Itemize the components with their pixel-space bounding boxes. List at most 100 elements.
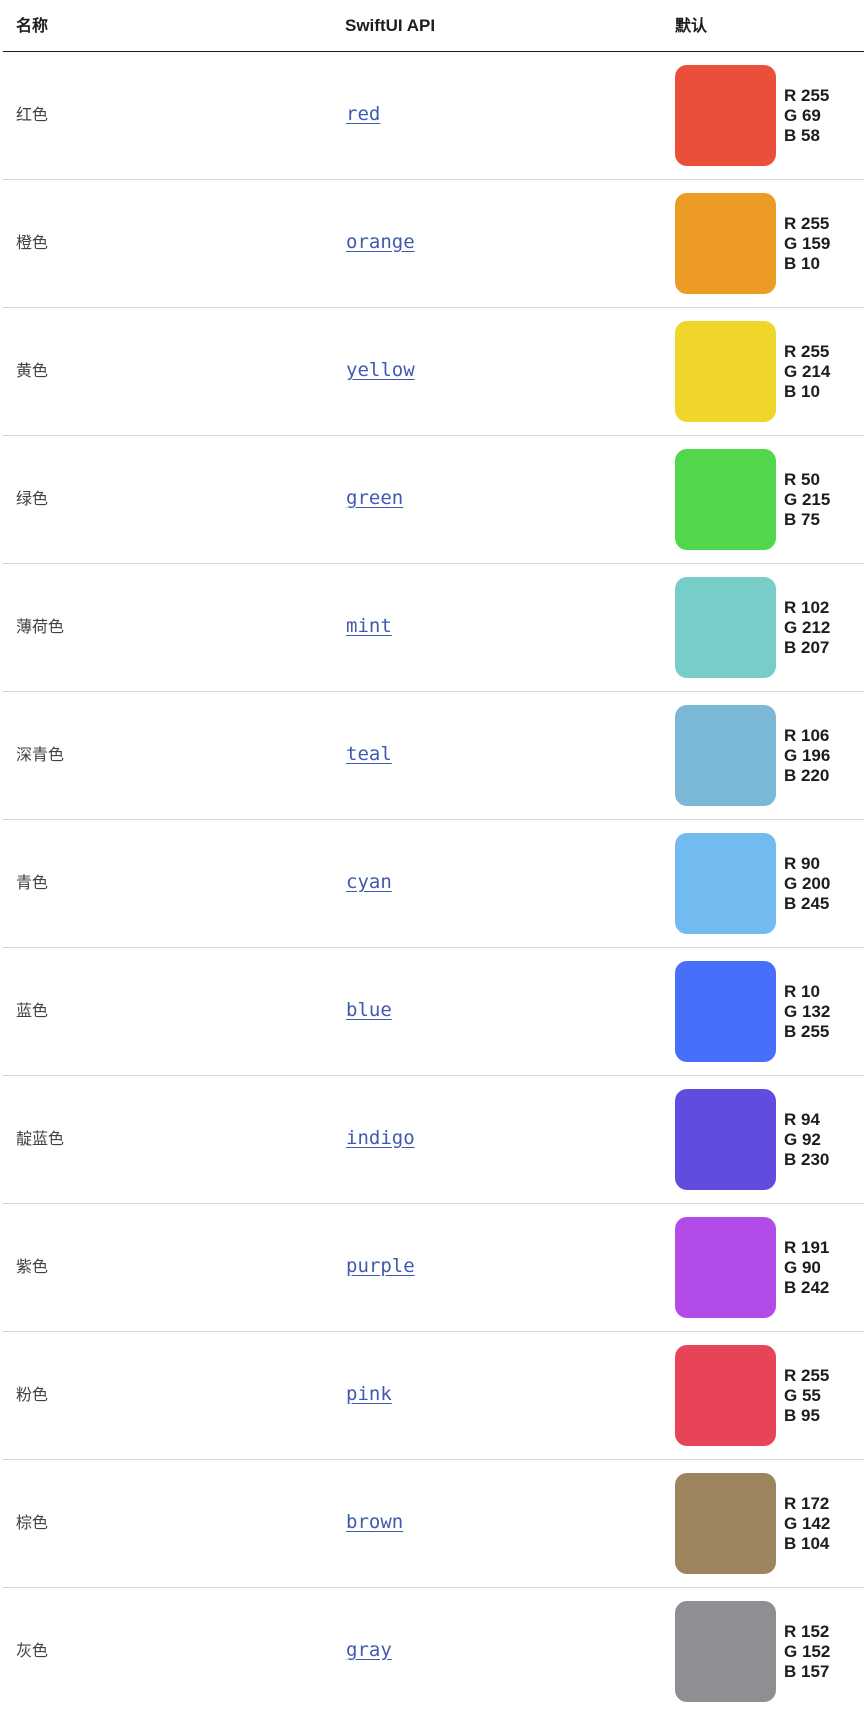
red-value: R 50 xyxy=(784,470,820,489)
color-swatch xyxy=(675,833,776,934)
api-link[interactable]: brown xyxy=(346,1510,403,1534)
color-name: 青色 xyxy=(16,873,49,892)
api-link[interactable]: mint xyxy=(346,614,392,638)
table-row: 绿色 green R 50 G 215 B 75 xyxy=(3,436,864,564)
rgb-values: R 50 G 215 B 75 xyxy=(784,470,830,530)
color-name: 黄色 xyxy=(16,361,49,380)
color-swatch xyxy=(675,1601,776,1702)
api-link[interactable]: gray xyxy=(346,1638,392,1662)
blue-value: B 230 xyxy=(784,1150,830,1169)
blue-value: B 255 xyxy=(784,1022,830,1041)
rgb-values: R 90 G 200 B 245 xyxy=(784,854,830,914)
table-row: 橙色 orange R 255 G 159 B 10 xyxy=(3,180,864,308)
color-swatch xyxy=(675,1089,776,1190)
table-row: 红色 red R 255 G 69 B 58 xyxy=(3,52,864,180)
rgb-values: R 255 G 69 B 58 xyxy=(784,86,829,146)
red-value: R 94 xyxy=(784,1110,820,1129)
api-link[interactable]: green xyxy=(346,486,403,510)
green-value: G 90 xyxy=(784,1258,821,1277)
table-row: 深青色 teal R 106 G 196 B 220 xyxy=(3,692,864,820)
rgb-values: R 94 G 92 B 230 xyxy=(784,1110,829,1170)
color-table: 名称 SwiftUI API 默认 红色 red R 255 G 69 B 58 橙色 or… xyxy=(3,0,864,1716)
green-value: G 142 xyxy=(784,1514,831,1533)
color-name: 深青色 xyxy=(16,745,65,764)
blue-value: B 75 xyxy=(784,510,820,529)
color-swatch xyxy=(675,1473,776,1574)
blue-value: B 157 xyxy=(784,1662,830,1681)
color-swatch xyxy=(675,321,776,422)
color-name: 红色 xyxy=(16,105,49,124)
green-value: G 132 xyxy=(784,1002,831,1021)
color-name: 薄荷色 xyxy=(16,617,65,636)
red-value: R 106 xyxy=(784,726,830,745)
column-header-default: 默认 xyxy=(675,16,708,35)
red-value: R 255 xyxy=(784,86,830,105)
red-value: R 102 xyxy=(784,598,830,617)
green-value: G 200 xyxy=(784,874,831,893)
red-value: R 90 xyxy=(784,854,820,873)
red-value: R 255 xyxy=(784,342,830,361)
rgb-values: R 152 G 152 B 157 xyxy=(784,1622,830,1682)
green-value: G 214 xyxy=(784,362,831,381)
rgb-values: R 10 G 132 B 255 xyxy=(784,982,830,1042)
api-link[interactable]: cyan xyxy=(346,870,392,894)
api-link[interactable]: yellow xyxy=(346,358,415,382)
blue-value: B 10 xyxy=(784,254,820,273)
red-value: R 191 xyxy=(784,1238,830,1257)
color-swatch xyxy=(675,1217,776,1318)
table-row: 粉色 pink R 255 G 55 B 95 xyxy=(3,1332,864,1460)
api-link[interactable]: blue xyxy=(346,998,392,1022)
color-name: 蓝色 xyxy=(16,1001,49,1020)
green-value: G 215 xyxy=(784,490,831,509)
api-link[interactable]: red xyxy=(346,102,380,126)
blue-value: B 245 xyxy=(784,894,830,913)
green-value: G 55 xyxy=(784,1386,821,1405)
color-name: 绿色 xyxy=(16,489,49,508)
column-header-api: SwiftUI API xyxy=(345,16,436,35)
blue-value: B 207 xyxy=(784,638,830,657)
green-value: G 212 xyxy=(784,618,831,637)
table-row: 黄色 yellow R 255 G 214 B 10 xyxy=(3,308,864,436)
table-header: 名称 SwiftUI API 默认 xyxy=(3,0,864,52)
green-value: G 152 xyxy=(784,1642,831,1661)
api-link[interactable]: pink xyxy=(346,1382,392,1406)
table-row: 青色 cyan R 90 G 200 B 245 xyxy=(3,820,864,948)
rgb-values: R 106 G 196 B 220 xyxy=(784,726,830,786)
red-value: R 255 xyxy=(784,214,830,233)
color-swatch xyxy=(675,705,776,806)
color-swatch xyxy=(675,193,776,294)
color-swatch xyxy=(675,449,776,550)
blue-value: B 58 xyxy=(784,126,820,145)
blue-value: B 10 xyxy=(784,382,820,401)
color-swatch xyxy=(675,961,776,1062)
table-row: 棕色 brown R 172 G 142 B 104 xyxy=(3,1460,864,1588)
table-row: 靛蓝色 indigo R 94 G 92 B 230 xyxy=(3,1076,864,1204)
rgb-values: R 255 G 214 B 10 xyxy=(784,342,830,402)
table-row: 紫色 purple R 191 G 90 B 242 xyxy=(3,1204,864,1332)
green-value: G 69 xyxy=(784,106,821,125)
color-swatch xyxy=(675,1345,776,1446)
green-value: G 92 xyxy=(784,1130,821,1149)
table-row: 蓝色 blue R 10 G 132 B 255 xyxy=(3,948,864,1076)
api-link[interactable]: orange xyxy=(346,230,415,254)
blue-value: B 95 xyxy=(784,1406,820,1425)
api-link[interactable]: purple xyxy=(346,1254,415,1278)
color-swatch xyxy=(675,65,776,166)
rgb-values: R 191 G 90 B 242 xyxy=(784,1238,829,1298)
red-value: R 152 xyxy=(784,1622,830,1641)
blue-value: B 220 xyxy=(784,766,830,785)
table-row: 灰色 gray R 152 G 152 B 157 xyxy=(3,1588,864,1716)
blue-value: B 242 xyxy=(784,1278,830,1297)
api-link[interactable]: indigo xyxy=(346,1126,415,1150)
red-value: R 172 xyxy=(784,1494,830,1513)
red-value: R 255 xyxy=(784,1366,830,1385)
table-body: 红色 red R 255 G 69 B 58 橙色 orange R 255 G 159 B 10… xyxy=(3,52,864,1716)
red-value: R 10 xyxy=(784,982,820,1001)
api-link[interactable]: teal xyxy=(346,742,392,766)
table-row: 薄荷色 mint R 102 G 212 B 207 xyxy=(3,564,864,692)
rgb-values: R 255 G 159 B 10 xyxy=(784,214,830,274)
blue-value: B 104 xyxy=(784,1534,830,1553)
rgb-values: R 255 G 55 B 95 xyxy=(784,1366,829,1426)
color-name: 棕色 xyxy=(16,1513,49,1532)
color-name: 粉色 xyxy=(16,1385,49,1404)
